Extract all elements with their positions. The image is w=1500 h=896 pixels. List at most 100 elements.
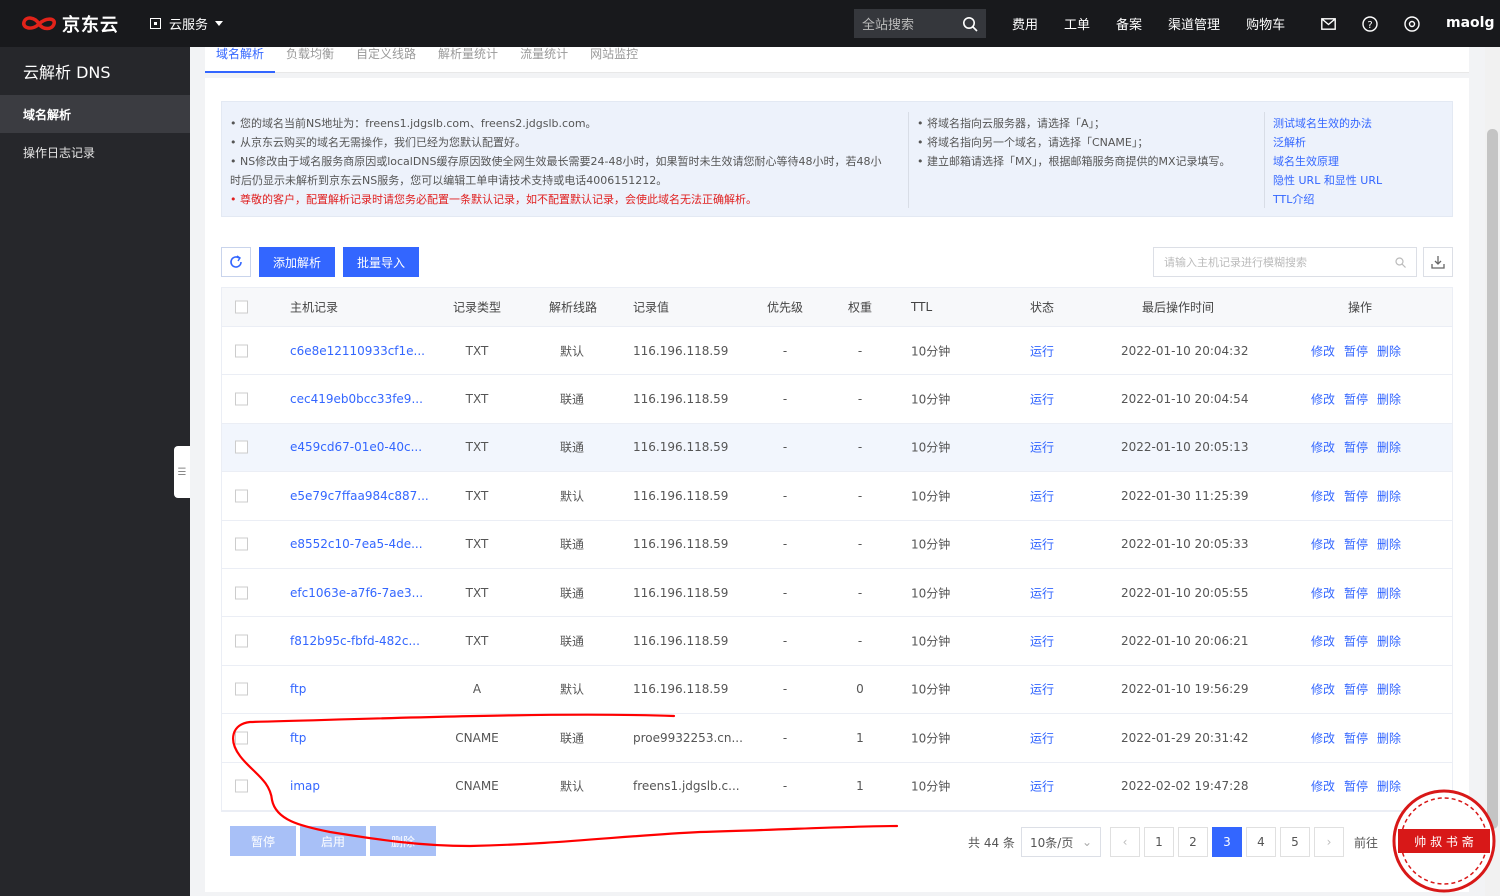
prev-page-button[interactable]: ‹ [1110,827,1140,857]
edit-action[interactable]: 修改 [1311,344,1335,358]
host-record-link[interactable]: efc1063e-a7f6-7ae3... [290,586,423,600]
tab-custom-lines[interactable]: 自定义线路 [345,47,427,73]
nav-filing[interactable]: 备案 [1116,14,1142,33]
add-record-button[interactable]: 添加解析 [259,247,335,277]
tab-load-balancing[interactable]: 负载均衡 [275,47,345,73]
help-link[interactable]: 隐性 URL 和显性 URL [1273,171,1443,190]
global-search-input[interactable]: 全站搜索 [854,9,986,38]
scrollbar-thumb[interactable] [1487,129,1498,829]
page-button[interactable]: 4 [1246,827,1276,857]
edit-action[interactable]: 修改 [1311,683,1335,697]
host-record-link[interactable]: e8552c10-7ea5-4de... [290,537,423,551]
page-button[interactable]: 1 [1144,827,1174,857]
pause-action[interactable]: 暂停 [1344,731,1368,745]
help-icon[interactable]: ? [1362,15,1378,32]
delete-action[interactable]: 删除 [1377,393,1401,407]
pause-action[interactable]: 暂停 [1344,393,1368,407]
nav-cart[interactable]: 购物车 [1246,14,1285,33]
row-checkbox[interactable] [235,779,248,793]
pause-action[interactable]: 暂停 [1344,780,1368,794]
edit-action[interactable]: 修改 [1311,780,1335,794]
host-record-link[interactable]: cec419eb0bcc33fe9... [290,392,423,406]
sidebar-item-operation-log[interactable]: 操作日志记录 [0,133,190,171]
search-icon[interactable] [1395,256,1406,268]
row-checkbox[interactable] [235,392,248,406]
host-record-link[interactable]: imap [290,779,320,793]
host-record-link[interactable]: e459cd67-01e0-40c... [290,440,422,454]
host-record-link[interactable]: f812b95c-fbfd-482c... [290,634,420,648]
row-checkbox[interactable] [235,489,248,503]
edit-action[interactable]: 修改 [1311,731,1335,745]
pause-action[interactable]: 暂停 [1344,441,1368,455]
pause-action[interactable]: 暂停 [1344,538,1368,552]
delete-action[interactable]: 删除 [1377,344,1401,358]
pause-action[interactable]: 暂停 [1344,683,1368,697]
jd-cloud-logo[interactable]: 京东云 [20,11,130,37]
row-checkbox[interactable] [235,682,248,696]
help-link[interactable]: 测试域名生效的办法 [1273,114,1443,133]
delete-action[interactable]: 删除 [1377,635,1401,649]
pause-action[interactable]: 暂停 [1344,489,1368,503]
edit-action[interactable]: 修改 [1311,538,1335,552]
tab-dns-resolution[interactable]: 域名解析 [205,47,276,73]
delete-action[interactable]: 删除 [1377,489,1401,503]
refresh-button[interactable] [221,247,251,277]
edit-action[interactable]: 修改 [1311,393,1335,407]
help-link[interactable]: TTL介绍 [1273,190,1443,209]
cloud-services-menu[interactable]: 云服务 [150,14,224,33]
help-link[interactable]: 泛解析 [1273,133,1443,152]
row-checkbox[interactable] [235,537,248,551]
username[interactable]: maolg [1446,15,1494,31]
page-scrollbar[interactable] [1485,47,1500,896]
page-size-select[interactable]: 10条/页 ⌄ [1021,827,1101,857]
tab-query-stats[interactable]: 解析量统计 [427,47,509,73]
delete-action[interactable]: 删除 [1377,538,1401,552]
host-record-link[interactable]: e5e79c7ffaa984c887... [290,489,429,503]
settings-icon[interactable] [1404,15,1420,32]
select-all-checkbox[interactable] [235,300,248,314]
table-row: imap CNAME 默认 freens1.jdgslb.c... - 1 10分钟 运行 20… [222,763,1452,811]
nav-channel[interactable]: 渠道管理 [1168,14,1220,33]
row-checkbox[interactable] [235,586,248,600]
mail-icon[interactable] [1320,16,1336,32]
batch-import-button[interactable]: 批量导入 [343,247,419,277]
sidebar-item-dns-records[interactable]: 域名解析 [0,95,190,133]
header-actions: 操作 [1348,300,1373,315]
host-record-link[interactable]: c6e8e12110933cf1e... [290,344,425,358]
nav-fees[interactable]: 费用 [1012,14,1038,33]
row-checkbox[interactable] [235,440,248,454]
page-button[interactable]: 5 [1280,827,1310,857]
search-icon[interactable] [962,16,978,32]
edit-action[interactable]: 修改 [1311,586,1335,600]
bulk-enable-button[interactable]: 启用 [300,826,366,856]
tab-site-monitor[interactable]: 网站监控 [579,47,649,73]
edit-action[interactable]: 修改 [1311,441,1335,455]
tab-traffic-stats[interactable]: 流量统计 [509,47,579,73]
sidebar-collapse-handle[interactable]: ☰ [174,446,190,498]
delete-action[interactable]: 删除 [1377,441,1401,455]
delete-action[interactable]: 删除 [1377,586,1401,600]
page-button-current[interactable]: 3 [1212,827,1242,857]
edit-action[interactable]: 修改 [1311,635,1335,649]
nav-tickets[interactable]: 工单 [1064,14,1090,33]
row-checkbox[interactable] [235,344,248,358]
delete-action[interactable]: 删除 [1377,683,1401,697]
bulk-pause-button[interactable]: 暂停 [230,826,296,856]
page-button[interactable]: 2 [1178,827,1208,857]
export-button[interactable] [1423,247,1453,277]
next-page-button[interactable]: › [1314,827,1344,857]
bulk-delete-button[interactable]: 删除 [370,826,436,856]
host-search-input[interactable]: 请输入主机记录进行模糊搜索 [1153,247,1417,277]
host-record-link[interactable]: ftp [290,731,306,745]
weight-value: - [857,488,863,503]
delete-action[interactable]: 删除 [1377,731,1401,745]
help-link[interactable]: 域名生效原理 [1273,152,1443,171]
host-record-link[interactable]: ftp [290,682,306,696]
row-checkbox[interactable] [235,731,248,745]
edit-action[interactable]: 修改 [1311,489,1335,503]
pause-action[interactable]: 暂停 [1344,635,1368,649]
pause-action[interactable]: 暂停 [1344,586,1368,600]
delete-action[interactable]: 删除 [1377,780,1401,794]
row-checkbox[interactable] [235,634,248,648]
pause-action[interactable]: 暂停 [1344,344,1368,358]
